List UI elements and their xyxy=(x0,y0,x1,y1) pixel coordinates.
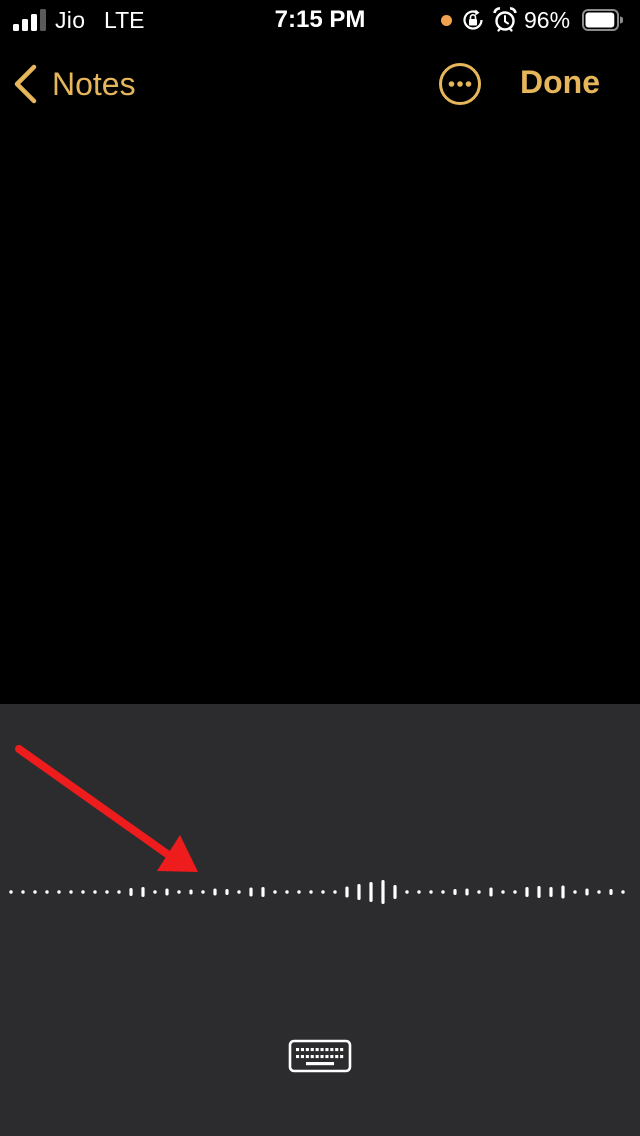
battery-percent: 96% xyxy=(524,7,571,33)
ellipsis-circle-icon[interactable] xyxy=(438,62,482,106)
rotation-lock-icon xyxy=(463,9,483,30)
mic-in-use-dot xyxy=(441,15,452,26)
note-editor[interactable] xyxy=(0,118,640,704)
keyboard-icon[interactable] xyxy=(288,1039,352,1073)
done-button[interactable]: Done xyxy=(520,64,600,101)
battery-icon xyxy=(582,9,623,31)
back-button[interactable]: Notes xyxy=(12,60,136,108)
status-bar: Jio LTE 7:15 PM 96% xyxy=(0,0,640,40)
chevron-left-icon xyxy=(14,64,37,104)
back-button-label: Notes xyxy=(52,65,136,102)
dictation-panel xyxy=(0,704,640,1136)
alarm-icon xyxy=(493,7,517,32)
